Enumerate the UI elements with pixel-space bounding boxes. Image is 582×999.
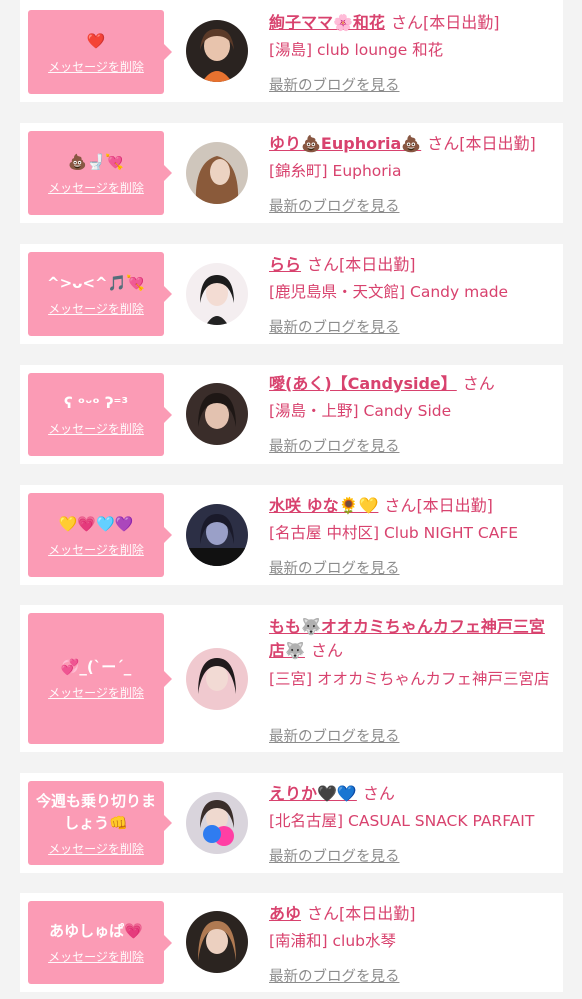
- avatar[interactable]: [186, 504, 248, 566]
- avatar[interactable]: [186, 142, 248, 204]
- message-text: 💛💗🩵💜: [58, 514, 134, 533]
- latest-blog-link[interactable]: 最新のブログを見る: [269, 316, 400, 337]
- shop-name: [三宮] オオカミちゃんカフェ神戸三宮店: [269, 670, 550, 688]
- cast-name-link[interactable]: えりか🖤💙: [269, 784, 357, 803]
- message-bubble: 💞_(`ー´_ メッセージを削除: [28, 613, 172, 744]
- message-bubble: 💩🚽💘 メッセージを削除: [28, 131, 172, 215]
- message-card: 💩🚽💘 メッセージを削除 ゆり💩Euphoria💩 さん[本日出勤] [錦糸町] …: [20, 123, 563, 223]
- latest-blog-link[interactable]: 最新のブログを見る: [269, 74, 400, 95]
- cast-info: えりか🖤💙 さん [北名古屋] CASUAL SNACK PARFAIT 最新のブ…: [269, 783, 555, 865]
- message-bubble: ^>ᴗ<^🎵💘 メッセージを削除: [28, 252, 172, 336]
- honorific: さん: [427, 134, 460, 153]
- latest-blog-link[interactable]: 最新のブログを見る: [269, 965, 400, 986]
- latest-blog-link[interactable]: 最新のブログを見る: [269, 195, 400, 216]
- honorific: さん: [462, 374, 495, 393]
- message-text: ʕ ᵒᵕᵒ ʔ⁼³: [63, 394, 129, 412]
- attendance-status: [本日出勤]: [416, 496, 493, 515]
- attendance-status: [本日出勤]: [339, 904, 416, 923]
- cast-info: あゆ さん[本日出勤] [南浦和] club水琴 最新のブログを見る: [269, 903, 555, 985]
- message-text: 💞_(`ー´_: [60, 658, 132, 676]
- latest-blog-link[interactable]: 最新のブログを見る: [269, 845, 400, 866]
- latest-blog-link[interactable]: 最新のブログを見る: [269, 557, 400, 578]
- shop-name: [名古屋 中村区] Club NIGHT CAFE: [269, 524, 519, 542]
- delete-message-link[interactable]: メッセージを削除: [48, 684, 144, 701]
- message-bubble: 💛💗🩵💜 メッセージを削除: [28, 493, 172, 577]
- avatar[interactable]: [186, 20, 248, 82]
- cast-info: ゆり💩Euphoria💩 さん[本日出勤] [錦糸町] Euphoria 最新のブ…: [269, 133, 555, 215]
- message-bubble: ʕ ᵒᵕᵒ ʔ⁼³ メッセージを削除: [28, 373, 172, 456]
- honorific: さん: [362, 784, 395, 803]
- latest-blog-link[interactable]: 最新のブログを見る: [269, 435, 400, 456]
- shop-name: [湯島] club lounge 和花: [269, 41, 444, 59]
- message-card: 今週も乗り切りましょう👊 メッセージを削除 えりか🖤💙 さん [北名古屋] CAS…: [20, 773, 563, 873]
- message-card: あゆしゅぱ💗 メッセージを削除 あゆ さん[本日出勤] [南浦和] club水琴 …: [20, 893, 563, 992]
- delete-message-link[interactable]: メッセージを削除: [48, 948, 144, 965]
- delete-message-link[interactable]: メッセージを削除: [48, 840, 144, 857]
- message-bubble: ❤️ メッセージを削除: [28, 10, 172, 94]
- honorific: さん: [384, 496, 417, 515]
- message-card: ^>ᴗ<^🎵💘 メッセージを削除 らら さん[本日出勤] [鹿児島県・天文館] C…: [20, 244, 563, 344]
- message-bubble: あゆしゅぱ💗 メッセージを削除: [28, 901, 172, 984]
- shop-name: [錦糸町] Euphoria: [269, 162, 402, 180]
- message-text: ^>ᴗ<^🎵💘: [47, 273, 145, 292]
- honorific: さん: [390, 13, 423, 32]
- delete-message-link[interactable]: メッセージを削除: [48, 420, 144, 437]
- shop-name: [鹿児島県・天文館] Candy made: [269, 283, 509, 301]
- cast-info: らら さん[本日出勤] [鹿児島県・天文館] Candy made 最新のブログを…: [269, 254, 555, 336]
- delete-message-link[interactable]: メッセージを削除: [48, 300, 144, 317]
- latest-blog-link[interactable]: 最新のブログを見る: [269, 725, 400, 746]
- honorific: さん: [307, 904, 340, 923]
- delete-message-link[interactable]: メッセージを削除: [48, 179, 144, 196]
- attendance-status: [本日出勤]: [459, 134, 536, 153]
- honorific: さん: [310, 641, 343, 660]
- cast-info: 絢子ママ🌸和花 さん[本日出勤] [湯島] club lounge 和花 最新のブ…: [269, 12, 555, 94]
- message-text: 💩🚽💘: [67, 152, 125, 171]
- message-bubble: 今週も乗り切りましょう👊 メッセージを削除: [28, 781, 172, 865]
- avatar[interactable]: [186, 911, 248, 973]
- delete-message-link[interactable]: メッセージを削除: [48, 58, 144, 75]
- message-card: ʕ ᵒᵕᵒ ʔ⁼³ メッセージを削除 噯(あく)【Candyside】 さん [湯…: [20, 365, 563, 464]
- message-text: 今週も乗り切りましょう👊: [35, 791, 156, 832]
- attendance-status: [本日出勤]: [339, 255, 416, 274]
- cast-name-link[interactable]: らら: [269, 255, 301, 274]
- message-text: ❤️: [86, 31, 106, 50]
- message-text: あゆしゅぱ💗: [49, 922, 143, 940]
- avatar[interactable]: [186, 792, 248, 854]
- cast-info: 水咲 ゆな🌻💛 さん[本日出勤] [名古屋 中村区] Club NIGHT CAF…: [269, 495, 555, 577]
- message-card: 💛💗🩵💜 メッセージを削除 水咲 ゆな🌻💛 さん[本日出勤] [名古屋 中村区] …: [20, 485, 563, 585]
- cast-name-link[interactable]: 噯(あく)【Candyside】: [269, 374, 457, 393]
- cast-name-link[interactable]: 絢子ママ🌸和花: [269, 13, 385, 32]
- message-card: ❤️ メッセージを削除 絢子ママ🌸和花 さん[本日出勤] [湯島] club lo…: [20, 0, 563, 102]
- cast-info: 噯(あく)【Candyside】 さん [湯島・上野] Candy Side 最新…: [269, 373, 555, 455]
- attendance-status: [本日出勤]: [422, 13, 500, 32]
- cast-name-link[interactable]: 水咲 ゆな🌻💛: [269, 496, 378, 515]
- avatar[interactable]: [186, 263, 248, 325]
- avatar[interactable]: [186, 383, 248, 445]
- shop-name: [湯島・上野] Candy Side: [269, 402, 452, 420]
- cast-name-link[interactable]: ゆり💩Euphoria💩: [269, 134, 421, 153]
- shop-name: [北名古屋] CASUAL SNACK PARFAIT: [269, 812, 535, 830]
- shop-name: [南浦和] club水琴: [269, 932, 397, 950]
- honorific: さん: [307, 255, 340, 274]
- delete-message-link[interactable]: メッセージを削除: [48, 541, 144, 558]
- message-card: 💞_(`ー´_ メッセージを削除 もも🐺オオカミちゃんカフェ神戸三宮店🐺 さん […: [20, 605, 563, 752]
- cast-info: もも🐺オオカミちゃんカフェ神戸三宮店🐺 さん [三宮] オオカミちゃんカフェ神戸三…: [269, 615, 555, 745]
- avatar[interactable]: [186, 648, 248, 710]
- cast-name-link[interactable]: あゆ: [269, 904, 301, 923]
